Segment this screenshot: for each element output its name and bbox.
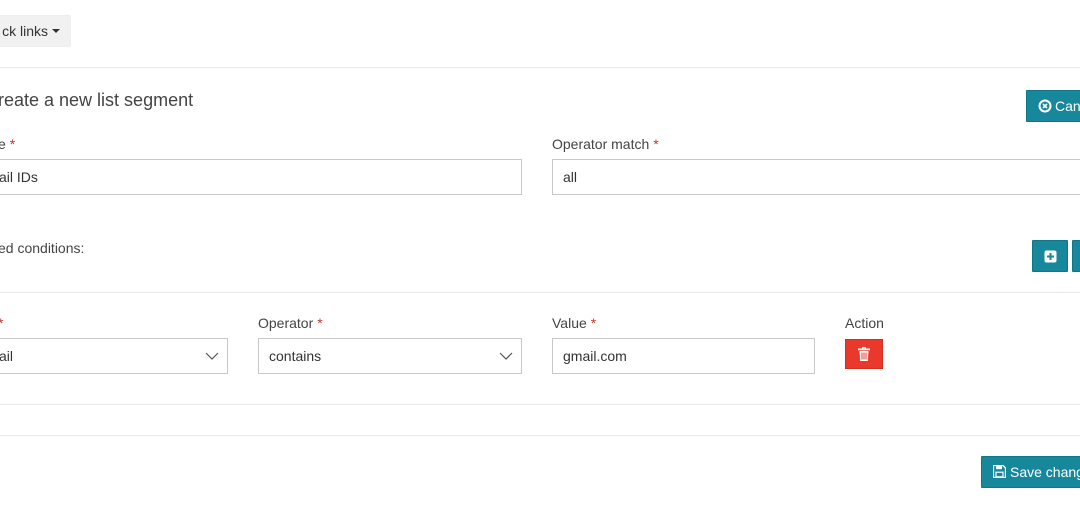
operator-match-label: Operator match * xyxy=(552,136,659,152)
chevron-down-icon xyxy=(205,352,219,360)
required-marker: * xyxy=(653,136,659,152)
name-input-value: ail IDs xyxy=(0,169,38,185)
field-select[interactable]: ail xyxy=(0,338,228,374)
required-marker: * xyxy=(0,315,3,331)
value-label-text: Value xyxy=(552,315,587,331)
save-label: Save chang xyxy=(1010,464,1080,480)
quick-links-label: ck links xyxy=(2,23,48,39)
operator-match-label-text: Operator match xyxy=(552,136,650,152)
field-label: * xyxy=(0,315,3,331)
conditions-heading: ed conditions: xyxy=(0,240,85,256)
operator-match-value: all xyxy=(563,169,578,185)
action-label: Action xyxy=(845,315,884,331)
floppy-disk-icon xyxy=(993,465,1007,479)
value-label: Value * xyxy=(552,315,596,331)
cancel-button[interactable]: Canc xyxy=(1026,90,1080,122)
chevron-down-icon xyxy=(499,352,513,360)
caret-down-icon xyxy=(52,29,60,33)
operator-match-select[interactable]: all xyxy=(552,159,1080,195)
operator-select[interactable]: contains xyxy=(258,338,522,374)
add-condition-button[interactable] xyxy=(1032,240,1068,272)
value-input[interactable]: gmail.com xyxy=(552,338,815,374)
name-label: e * xyxy=(0,136,15,152)
row-divider xyxy=(0,404,1080,405)
plus-square-icon xyxy=(1044,250,1057,263)
required-marker: * xyxy=(590,315,597,331)
field-select-value: ail xyxy=(0,348,14,364)
page-title: reate a new list segment xyxy=(0,90,194,110)
footer-divider xyxy=(0,435,1080,436)
trash-icon xyxy=(858,347,870,361)
add-condition-group-button[interactable] xyxy=(1072,240,1080,272)
conditions-divider xyxy=(0,292,1080,293)
delete-condition-button[interactable] xyxy=(845,339,883,369)
name-input[interactable]: ail IDs xyxy=(0,159,522,195)
header-divider xyxy=(0,67,1080,68)
operator-select-value: contains xyxy=(269,348,322,364)
cancel-label: Canc xyxy=(1055,98,1080,114)
quick-links-dropdown[interactable]: ck links xyxy=(0,15,71,47)
required-marker: * xyxy=(317,315,323,331)
operator-label: Operator * xyxy=(258,315,323,331)
operator-label-text: Operator xyxy=(258,315,314,331)
required-marker: * xyxy=(9,136,16,152)
value-input-value: gmail.com xyxy=(563,348,627,364)
save-changes-button[interactable]: Save chang xyxy=(981,456,1080,488)
times-circle-icon xyxy=(1038,99,1052,113)
name-label-text: e xyxy=(0,136,6,152)
